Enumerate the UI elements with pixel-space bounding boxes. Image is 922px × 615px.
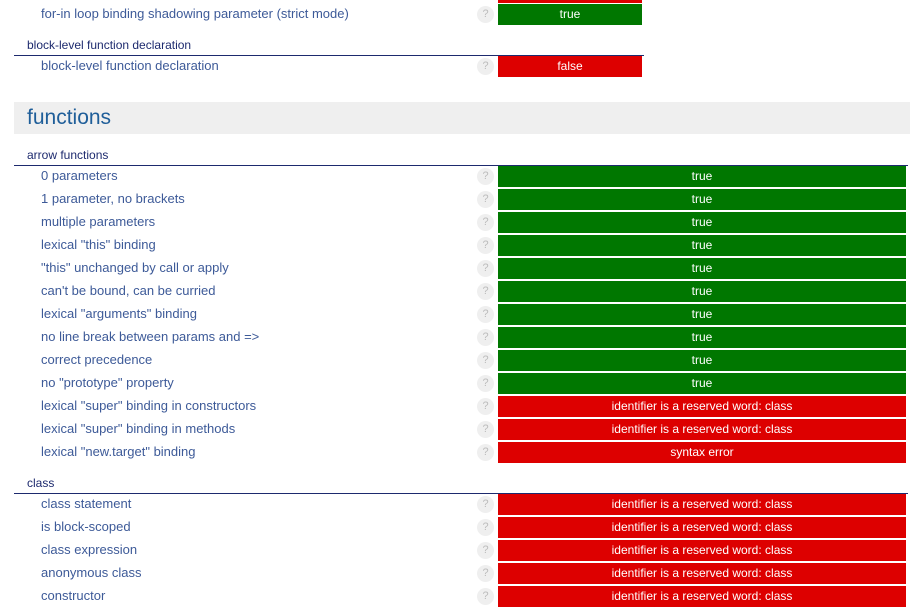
- test-row: multiple parameters? true: [0, 211, 922, 234]
- test-label[interactable]: can't be bound, can be curried: [41, 283, 216, 298]
- test-label[interactable]: multiple parameters: [41, 214, 155, 229]
- subsection-title[interactable]: block-level function declaration: [27, 38, 191, 52]
- subsection-heading-arrow-functions: arrow functions: [14, 146, 908, 166]
- test-label[interactable]: is block-scoped: [41, 519, 131, 534]
- test-row: 0 parameters? true: [0, 165, 922, 188]
- result-cell: identifier is a reserved word: class: [498, 563, 906, 584]
- result-cell: identifier is a reserved word: class: [498, 540, 906, 561]
- section-title[interactable]: functions: [27, 106, 111, 130]
- result-cell: true: [498, 281, 906, 302]
- test-label[interactable]: class statement: [41, 496, 131, 511]
- result-cell: identifier is a reserved word: class: [498, 419, 906, 440]
- test-row: lexical "arguments" binding? true: [0, 303, 922, 326]
- help-icon[interactable]: ?: [477, 329, 494, 346]
- test-label[interactable]: lexical "super" binding in constructors: [41, 398, 256, 413]
- test-label[interactable]: lexical "this" binding: [41, 237, 156, 252]
- subsection-heading-class: class: [14, 474, 908, 494]
- result-cell: true: [498, 304, 906, 325]
- help-icon[interactable]: ?: [477, 375, 494, 392]
- test-row: no line break between params and =>? true: [0, 326, 922, 349]
- help-icon[interactable]: ?: [477, 519, 494, 536]
- test-label[interactable]: lexical "new.target" binding: [41, 444, 196, 459]
- test-row: "this" unchanged by call or apply? true: [0, 257, 922, 280]
- help-icon[interactable]: ?: [477, 398, 494, 415]
- result-cell: identifier is a reserved word: class: [498, 586, 906, 607]
- test-row: class statement? identifier is a reserved…: [0, 493, 922, 516]
- test-row: block-level function declaration ? false: [0, 55, 922, 78]
- help-icon[interactable]: ?: [477, 565, 494, 582]
- help-icon[interactable]: ?: [477, 588, 494, 605]
- result-cell: false: [498, 56, 642, 77]
- test-label[interactable]: lexical "super" binding in methods: [41, 421, 235, 436]
- section-header-functions: functions: [14, 102, 910, 134]
- test-label[interactable]: no "prototype" property: [41, 375, 174, 390]
- result-cell: true: [498, 327, 906, 348]
- result-cell: true: [498, 166, 906, 187]
- help-icon[interactable]: ?: [477, 542, 494, 559]
- test-row: anonymous class? identifier is a reserved…: [0, 562, 922, 585]
- test-row: lexical "super" binding in methods? ident…: [0, 418, 922, 441]
- test-row: lexical "this" binding? true: [0, 234, 922, 257]
- test-label[interactable]: block-level function declaration: [41, 58, 219, 73]
- test-row: lexical "super" binding in constructors?…: [0, 395, 922, 418]
- test-label[interactable]: anonymous class: [41, 565, 141, 580]
- test-label[interactable]: 0 parameters: [41, 168, 118, 183]
- result-cell: true: [498, 350, 906, 371]
- result-cell: true: [498, 373, 906, 394]
- test-label[interactable]: constructor: [41, 588, 105, 603]
- help-icon[interactable]: ?: [477, 58, 494, 75]
- test-label[interactable]: for-in loop binding shadowing parameter …: [41, 6, 349, 21]
- help-icon[interactable]: ?: [477, 352, 494, 369]
- test-label[interactable]: "this" unchanged by call or apply: [41, 260, 229, 275]
- test-row: class expression? identifier is a reserve…: [0, 539, 922, 562]
- help-icon[interactable]: ?: [477, 421, 494, 438]
- test-row: constructor? identifier is a reserved wor…: [0, 585, 922, 608]
- test-row: no "prototype" property? true: [0, 372, 922, 395]
- result-cell: true: [498, 235, 906, 256]
- help-icon[interactable]: ?: [477, 496, 494, 513]
- help-icon[interactable]: ?: [477, 191, 494, 208]
- subsection-title[interactable]: class: [27, 476, 54, 490]
- test-label[interactable]: 1 parameter, no brackets: [41, 191, 185, 206]
- test-row: is block-scoped? identifier is a reserved…: [0, 516, 922, 539]
- test-row: for-in loop binding shadowing parameter …: [0, 3, 922, 26]
- help-icon[interactable]: ?: [477, 237, 494, 254]
- subsection-heading-block-level: block-level function declaration: [14, 36, 644, 56]
- help-icon[interactable]: ?: [477, 6, 494, 23]
- result-cell: identifier is a reserved word: class: [498, 396, 906, 417]
- help-icon[interactable]: ?: [477, 214, 494, 231]
- help-icon[interactable]: ?: [477, 283, 494, 300]
- compat-table-page: for-in loop binding shadowing parameter …: [0, 0, 922, 615]
- result-cell: true: [498, 189, 906, 210]
- result-cell: true: [498, 4, 642, 25]
- result-cell: identifier is a reserved word: class: [498, 517, 906, 538]
- help-icon[interactable]: ?: [477, 168, 494, 185]
- help-icon[interactable]: ?: [477, 306, 494, 323]
- test-row: lexical "new.target" binding? syntax erro…: [0, 441, 922, 464]
- test-label[interactable]: correct precedence: [41, 352, 152, 367]
- help-icon[interactable]: ?: [477, 260, 494, 277]
- test-row: can't be bound, can be curried? true: [0, 280, 922, 303]
- help-icon[interactable]: ?: [477, 444, 494, 461]
- test-label[interactable]: lexical "arguments" binding: [41, 306, 197, 321]
- test-label[interactable]: class expression: [41, 542, 137, 557]
- result-cell: syntax error: [498, 442, 906, 463]
- result-cell: identifier is a reserved word: class: [498, 494, 906, 515]
- result-cell: true: [498, 258, 906, 279]
- test-label[interactable]: no line break between params and =>: [41, 329, 259, 344]
- result-cell: true: [498, 212, 906, 233]
- subsection-title[interactable]: arrow functions: [27, 148, 108, 162]
- test-row: correct precedence? true: [0, 349, 922, 372]
- test-row: 1 parameter, no brackets? true: [0, 188, 922, 211]
